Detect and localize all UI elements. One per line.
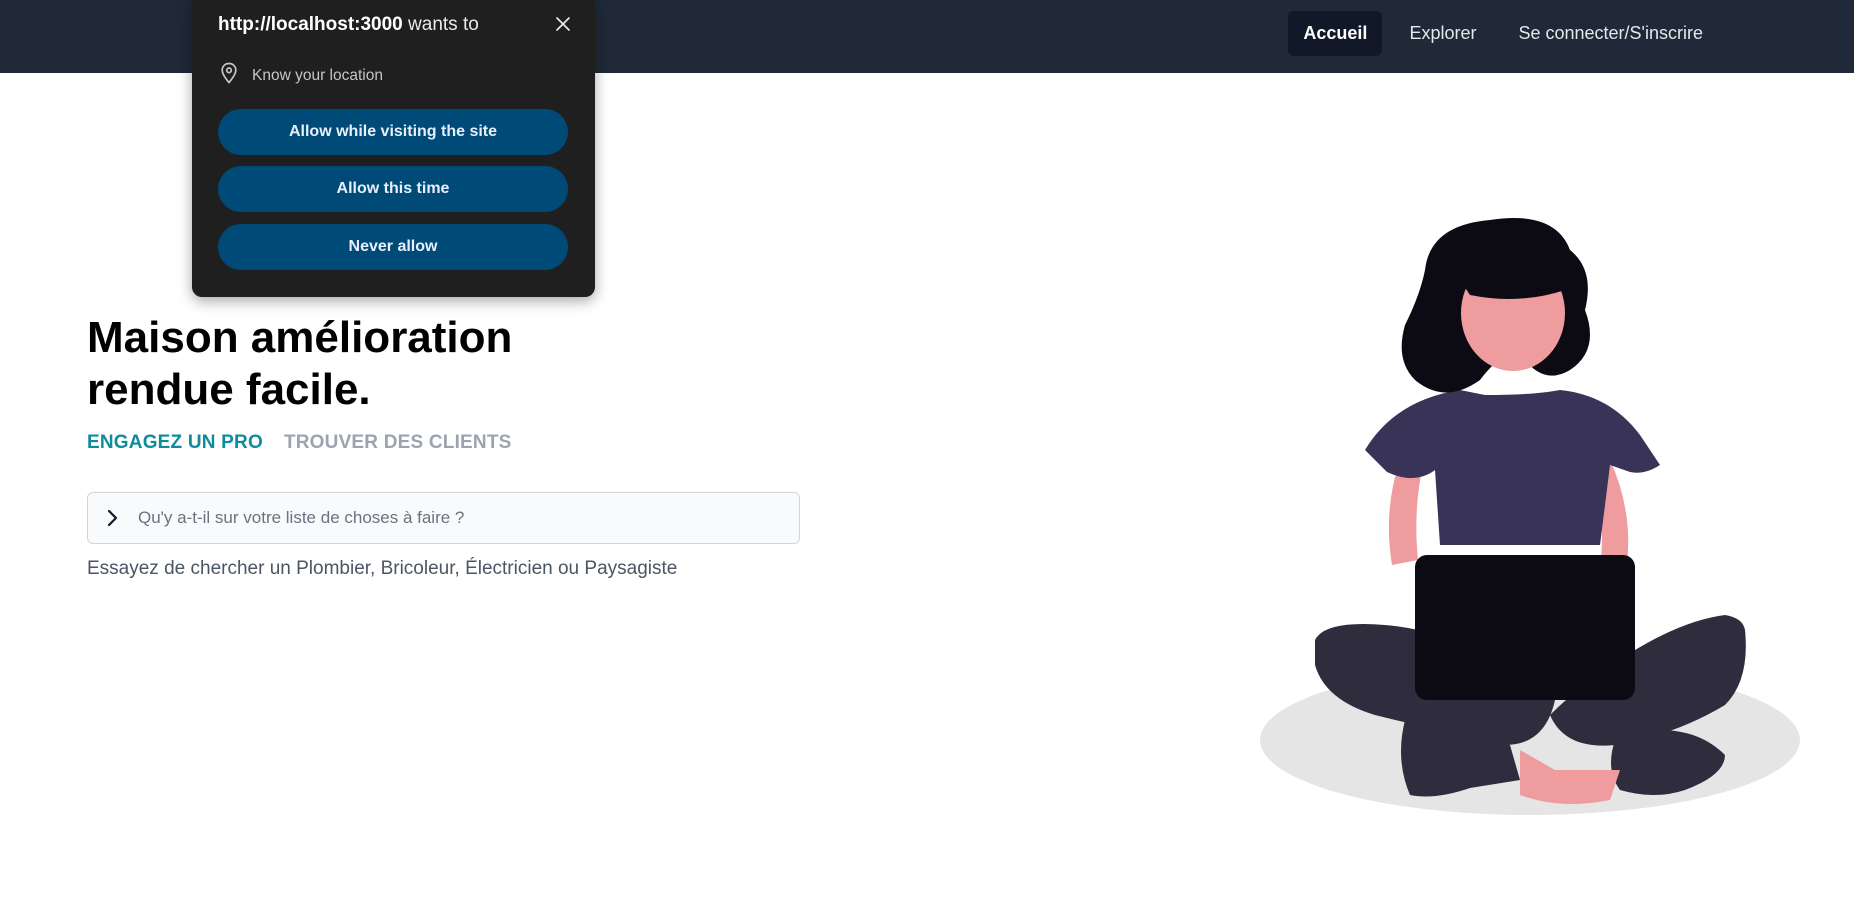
- permission-label: Know your location: [252, 66, 383, 84]
- allow-this-time-button[interactable]: Allow this time: [218, 166, 568, 212]
- nav-accueil[interactable]: Accueil: [1288, 11, 1383, 56]
- search-input[interactable]: [138, 494, 799, 542]
- woman-with-laptop-illustration: [1260, 218, 1800, 815]
- allow-while-visiting-button[interactable]: Allow while visiting the site: [218, 109, 568, 155]
- permission-item: Know your location: [220, 62, 383, 89]
- nav-login-signup[interactable]: Se connecter/S'inscrire: [1503, 11, 1718, 56]
- hero-title: Maison amélioration rendue facile.: [87, 312, 647, 416]
- nav-explorer[interactable]: Explorer: [1394, 11, 1491, 56]
- tab-find-clients[interactable]: TROUVER DES CLIENTS: [284, 432, 512, 454]
- permission-title: http://localhost:3000 wants to: [218, 14, 479, 36]
- location-permission-popup: http://localhost:3000 wants to Know your…: [192, 0, 595, 297]
- hero-title-line1: Maison amélioration: [87, 313, 513, 362]
- permission-origin: http://localhost:3000: [218, 14, 403, 35]
- hero-tabs: ENGAGEZ UN PRO TROUVER DES CLIENTS: [87, 432, 512, 454]
- nav-links: Accueil Explorer Se connecter/S'inscrire: [1288, 11, 1718, 56]
- location-pin-icon: [220, 62, 238, 89]
- permission-wants-to: wants to: [408, 14, 479, 35]
- close-icon[interactable]: [551, 12, 575, 36]
- search-box: [87, 492, 800, 544]
- hero-title-line2: rendue facile.: [87, 365, 371, 414]
- chevron-right-icon[interactable]: [88, 493, 138, 543]
- never-allow-button[interactable]: Never allow: [218, 224, 568, 270]
- search-suggestion: Essayez de chercher un Plombier, Bricole…: [87, 558, 678, 579]
- laptop: [1415, 555, 1635, 700]
- tab-hire-pro[interactable]: ENGAGEZ UN PRO: [87, 432, 263, 454]
